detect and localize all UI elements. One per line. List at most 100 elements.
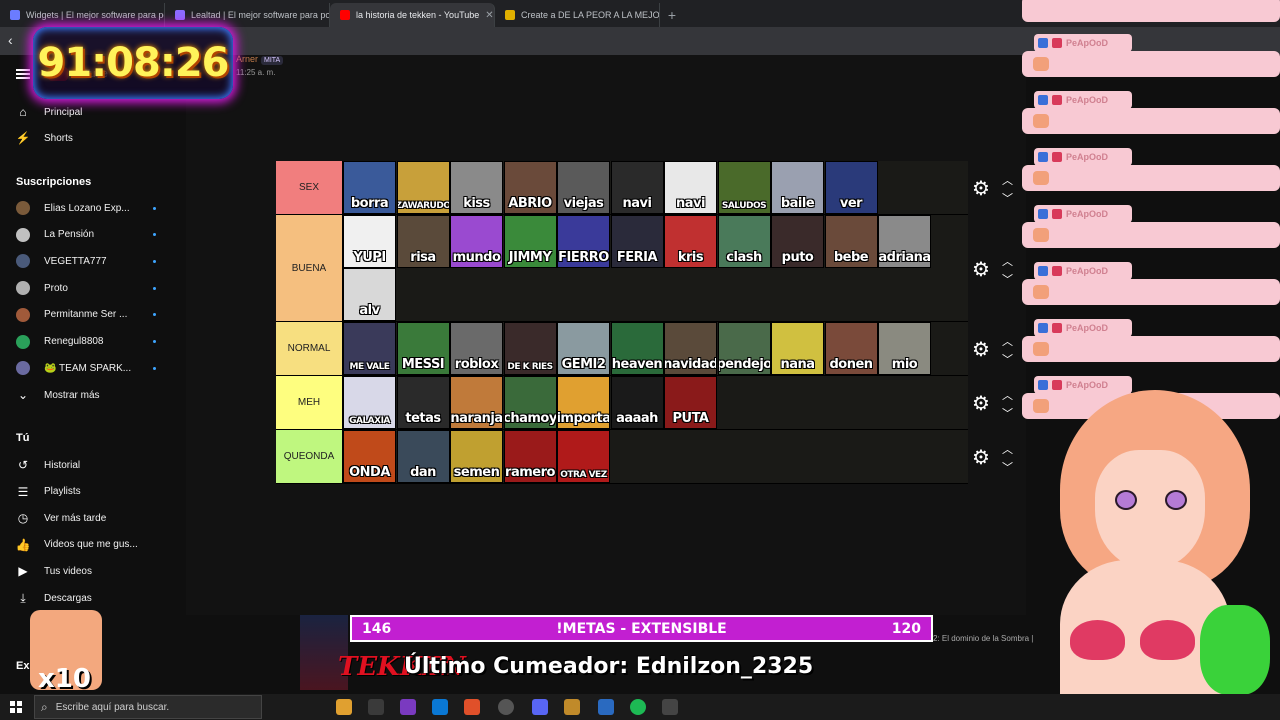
tier-label[interactable]: MEH [276, 376, 343, 429]
app-icon[interactable] [662, 699, 678, 715]
tier-item[interactable]: mio [878, 322, 931, 375]
tier-item[interactable]: ONDA [343, 430, 396, 483]
sidebar-subscription[interactable]: VEGETTA777 [16, 251, 156, 271]
gear-icon[interactable]: ⚙ [972, 445, 990, 470]
tier-item[interactable]: MESSI [396, 322, 450, 375]
sidebar-item-you[interactable]: ▶ Tus videos [16, 561, 156, 581]
you-header[interactable]: Tú [16, 432, 29, 444]
tier-item[interactable]: GEMI2 [557, 322, 610, 375]
tier-item[interactable]: baile [771, 161, 824, 214]
browser-tab[interactable]: Create a DE LA PEOR A LA MEJOR A! [495, 3, 660, 27]
tier-item[interactable]: kris [664, 215, 717, 268]
tier-item[interactable]: OTRA VEZ [557, 430, 610, 483]
tier-item[interactable]: adriana [878, 215, 931, 268]
tier-item[interactable]: risa [396, 215, 450, 268]
sidebar-subscription[interactable]: Permitanme Ser ... [16, 305, 156, 325]
tier-item[interactable]: FIERRO [557, 215, 610, 268]
pen-app-icon[interactable] [400, 699, 416, 715]
move-up-icon[interactable]: ︿ [1002, 387, 1013, 403]
tier-item[interactable]: ME VALE [343, 322, 396, 375]
gear-icon[interactable]: ⚙ [972, 337, 990, 362]
menu-icon[interactable] [16, 69, 30, 79]
tier-item[interactable]: JIMMY [503, 215, 557, 268]
move-up-icon[interactable]: ︿ [1002, 253, 1013, 269]
tier-item[interactable]: PUTA [664, 376, 717, 429]
tier-item[interactable]: ABRIO [503, 161, 557, 214]
tier-item[interactable]: puto [771, 215, 824, 268]
tier-item[interactable]: tetas [396, 376, 450, 429]
tier-item[interactable]: navi [610, 161, 664, 214]
tier-item[interactable]: borra [343, 161, 396, 214]
move-up-icon[interactable]: ︿ [1002, 172, 1013, 188]
subscriptions-header[interactable]: Suscripciones [16, 176, 91, 188]
move-down-icon[interactable]: ﹀ [1002, 271, 1013, 287]
tier-item[interactable]: ZAWARUDO [396, 161, 450, 214]
tier-item[interactable]: pendejo [717, 322, 771, 375]
chat-username[interactable]: PeApOoD [1034, 319, 1132, 337]
tier-item[interactable]: donen [824, 322, 878, 375]
tier-item[interactable]: semen [450, 430, 503, 483]
chat-username[interactable]: PeApOoD [1034, 148, 1132, 166]
tier-item[interactable]: bebe [824, 215, 878, 268]
tier-item[interactable]: GALAXIA [343, 376, 396, 429]
tier-label[interactable]: NORMAL [276, 322, 343, 375]
tier-item[interactable]: importa [557, 376, 610, 429]
brave-icon[interactable] [464, 699, 480, 715]
spotify-icon[interactable] [630, 699, 646, 715]
tier-label[interactable]: BUENA [276, 215, 343, 321]
gear-icon[interactable]: ⚙ [972, 391, 990, 416]
chat-username[interactable]: PeApOoD [1034, 262, 1132, 280]
sidebar-subscription[interactable]: 🐸 TEAM SPARK... [16, 358, 156, 378]
tier-item[interactable]: clash [717, 215, 771, 268]
tier-item[interactable]: roblox [450, 322, 503, 375]
tab-close-icon[interactable]: ✕ [485, 10, 493, 21]
tier-label[interactable]: QUEONDA [276, 430, 343, 483]
sidebar-subscription[interactable]: Proto [16, 278, 156, 298]
chat-username[interactable]: PeApOoD [1034, 91, 1132, 109]
tier-item[interactable]: mundo [450, 215, 503, 268]
sidebar-item-shorts[interactable]: ⚡ Shorts [16, 128, 156, 148]
notion-icon[interactable] [368, 699, 384, 715]
move-up-icon[interactable]: ︿ [1002, 441, 1013, 457]
tier-item[interactable]: FERIA [610, 215, 664, 268]
tier-label[interactable]: SEX [276, 161, 343, 214]
sidebar-subscription[interactable]: Elias Lozano Exp... [16, 198, 156, 218]
windows-start-icon[interactable] [10, 701, 22, 713]
tier-item[interactable]: YUPI [343, 215, 396, 268]
tier-item[interactable]: SALUDOS [717, 161, 771, 214]
move-up-icon[interactable]: ︿ [1002, 333, 1013, 349]
new-tab-button[interactable]: + [660, 3, 684, 27]
tier-item[interactable]: chamoy [503, 376, 557, 429]
obs-icon[interactable] [498, 699, 514, 715]
taskbar-search[interactable]: ⌕ Escribe aquí para buscar. [34, 695, 262, 719]
tier-item[interactable]: DE K RIES [503, 322, 557, 375]
media-app-icon[interactable] [564, 699, 580, 715]
sidebar-subscription[interactable]: La Pensión [16, 225, 156, 245]
tier-item[interactable]: navidad [664, 322, 717, 375]
sidebar-subscription[interactable]: Renegul8808 [16, 332, 156, 352]
move-down-icon[interactable]: ﹀ [1002, 459, 1013, 475]
sidebar-item-you[interactable]: 👍 Videos que me gus... [16, 535, 156, 555]
tier-item[interactable]: heaven [610, 322, 664, 375]
gear-icon[interactable]: ⚙ [972, 257, 990, 282]
chat-username[interactable]: PeApOoD [1034, 34, 1132, 52]
gear-icon[interactable]: ⚙ [972, 176, 990, 201]
tier-item[interactable]: ramero [503, 430, 557, 483]
browser-tab[interactable]: la historia de tekken - YouTube ✕ [330, 3, 495, 27]
sidebar-item-you[interactable]: ⤓ Descargas [16, 588, 156, 608]
tier-item[interactable]: viejas [557, 161, 610, 214]
sidebar-item-principal[interactable]: ⌂ Principal [16, 102, 156, 122]
discord-icon[interactable] [532, 699, 548, 715]
move-down-icon[interactable]: ﹀ [1002, 351, 1013, 367]
file-explorer-icon[interactable] [336, 699, 352, 715]
chat-username[interactable]: PeApOoD [1034, 205, 1132, 223]
tier-item[interactable]: naranja [450, 376, 503, 429]
tier-item[interactable]: aaaah [610, 376, 664, 429]
store-icon[interactable] [432, 699, 448, 715]
tier-item[interactable]: alv [343, 268, 396, 321]
sidebar-item-you[interactable]: ◷ Ver más tarde [16, 508, 156, 528]
move-down-icon[interactable]: ﹀ [1002, 190, 1013, 206]
sidebar-item-you[interactable]: ☰ Playlists [16, 482, 156, 502]
editor-app-icon[interactable] [598, 699, 614, 715]
move-down-icon[interactable]: ﹀ [1002, 405, 1013, 421]
